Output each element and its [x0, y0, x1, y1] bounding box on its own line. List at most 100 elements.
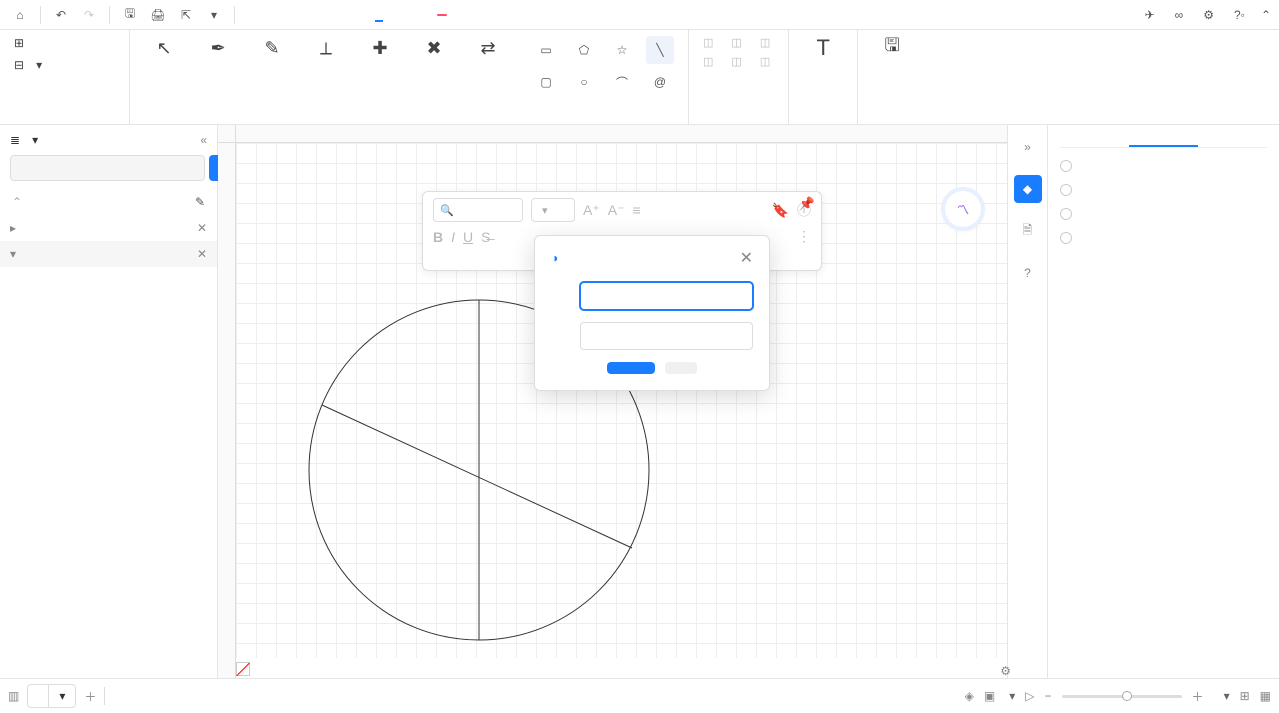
tab-view[interactable] [347, 8, 355, 22]
tab-insert[interactable] [291, 8, 299, 22]
options-button[interactable]: ⚙ [1203, 8, 1218, 22]
roundrect-shape-icon[interactable]: ▢ [532, 68, 560, 96]
grid-icon[interactable]: ▦ [1260, 689, 1271, 703]
help-icon[interactable]: ?◦ [1234, 8, 1245, 22]
edit-shape-button[interactable]: T [803, 36, 843, 64]
expand-right-icon[interactable]: » [1014, 133, 1042, 161]
more-vert-icon[interactable]: ⋮ [797, 228, 811, 245]
strike-icon[interactable]: S̶ [481, 229, 490, 245]
font-size-select[interactable]: ▾ [531, 198, 575, 222]
shadow-tab[interactable] [1198, 133, 1267, 147]
fill-tab[interactable] [1060, 133, 1129, 147]
cancel-button[interactable] [665, 362, 697, 374]
ai-assistant-icon[interactable]: 〽 [945, 191, 981, 227]
play-icon[interactable]: ▷ [1025, 689, 1034, 703]
tag-icon[interactable]: 🔖 [772, 202, 789, 219]
line-shape-icon[interactable]: ╲ [646, 36, 674, 64]
anchor-delete-tool[interactable]: ✖ [414, 36, 454, 64]
bool-union[interactable]: ◫ [703, 36, 717, 49]
color-palette[interactable] [236, 660, 995, 678]
layers-sb-icon[interactable]: ◈ [965, 689, 974, 703]
tab-home[interactable] [263, 8, 271, 22]
redo-icon[interactable]: ↷ [77, 3, 101, 27]
save-shape-button[interactable]: 🖫 [872, 36, 912, 64]
collapse-left-icon[interactable]: « [200, 133, 207, 147]
bool-split[interactable]: ◫ [703, 55, 717, 68]
print-icon[interactable]: 🖨 [146, 3, 170, 27]
export-icon[interactable]: ⇱ [174, 3, 198, 27]
ok-button[interactable] [607, 362, 655, 374]
star-shape-icon[interactable]: ☆ [608, 36, 636, 64]
zoom-out-icon[interactable]: − [1045, 689, 1052, 703]
add-page-icon[interactable]: ＋ [84, 688, 96, 705]
font-family-select[interactable]: 🔍 [433, 198, 523, 222]
palette-settings-icon[interactable]: ⚙ [1000, 664, 1011, 678]
publish-button[interactable]: ✈ [1145, 8, 1159, 22]
flowchart-accordion[interactable]: ▾ ✕ [0, 241, 217, 267]
tab-shape[interactable] [375, 8, 383, 22]
underline-icon[interactable]: U [463, 229, 473, 245]
share-button[interactable]: ∞ [1175, 8, 1188, 22]
right-rail: » ◆ 🗎 ? [1007, 125, 1047, 678]
undo-icon[interactable]: ↶ [49, 3, 73, 27]
collapse-ribbon-icon[interactable]: ⌃ [1261, 8, 1271, 22]
tab-design[interactable] [319, 8, 327, 22]
length-input[interactable] [580, 282, 753, 310]
line-none-option[interactable] [1060, 160, 1267, 172]
zoom-slider[interactable] [1062, 695, 1182, 698]
rect-shape-icon[interactable]: ▭ [532, 36, 560, 64]
angle-input[interactable] [580, 322, 753, 350]
line-solid-option[interactable] [1060, 184, 1267, 196]
canvas-area: 🔍 ▾ A⁺ A⁻ ≡ 🔖 ⓘ B I U S̶ ⋮ [218, 125, 1007, 678]
font-grow-icon[interactable]: A⁺ [583, 202, 600, 219]
circle-shape-icon[interactable]: ○ [570, 68, 598, 96]
dialog-close-icon[interactable]: ✕ [740, 248, 753, 268]
font-shrink-icon[interactable]: A⁻ [608, 202, 625, 219]
pencil-tool[interactable]: ✎ [252, 36, 292, 64]
unit-icon[interactable]: ⊞ [1240, 689, 1250, 703]
align-icon[interactable]: ≡ [632, 202, 640, 218]
line-mono-gradient-option[interactable] [1060, 232, 1267, 244]
style-tab-icon[interactable]: ◆ [1014, 175, 1042, 203]
spiral-shape-icon[interactable]: @ [646, 68, 674, 96]
save-icon[interactable]: 🖫 [118, 3, 142, 27]
bool-back-cut[interactable]: ◫ [760, 55, 774, 68]
page-selector[interactable]: ▾ [27, 684, 76, 708]
fountain-pen-tool[interactable]: ✒ [198, 36, 238, 64]
anchor-toggle-tool[interactable]: ⇄ [468, 36, 508, 64]
no-color-swatch[interactable] [236, 662, 250, 676]
arc-shape-icon[interactable]: ⌒ [608, 68, 636, 96]
new-library-button[interactable]: ⊞ [14, 36, 30, 50]
select-tool[interactable]: ↖ [144, 36, 184, 64]
shape-picker[interactable]: ▭ ⬠ ☆ ╲ ▢ ○ ⌒ @ [532, 36, 674, 96]
line-tab[interactable] [1129, 133, 1198, 147]
zoom-in-icon[interactable]: ＋ [1192, 688, 1204, 705]
ribbon: ⊞ ⊟ ▾ ↖ ✒ ✎ ⟂ ✚ ✖ ⇄ ▭ ⬠ ☆ ╲ ▢ ○ ⌒ @ [0, 30, 1279, 125]
close-basic-icon[interactable]: ✕ [197, 221, 207, 235]
page-tab-icon[interactable]: 🗎 [1014, 217, 1042, 245]
bool-overlap[interactable]: ◫ [731, 55, 745, 68]
anchor-add-tool[interactable]: ✚ [360, 36, 400, 64]
shape-library [0, 267, 217, 678]
help-tab-icon[interactable]: ? [1014, 259, 1042, 287]
bool-combine[interactable]: ◫ [731, 36, 745, 49]
fullscreen-button[interactable]: ▾ [1005, 689, 1015, 703]
home-icon[interactable]: ⌂ [8, 3, 32, 27]
search-input[interactable] [10, 155, 205, 181]
pages-icon[interactable]: ▥ [8, 689, 19, 703]
fit-icon[interactable]: ▣ [984, 689, 995, 703]
line-gradient-option[interactable] [1060, 208, 1267, 220]
pentagon-shape-icon[interactable]: ⬠ [570, 36, 598, 64]
italic-icon[interactable]: I [451, 229, 455, 245]
pin-icon[interactable]: 📌 [799, 196, 815, 212]
tab-tool[interactable] [403, 8, 411, 22]
manage-library-button[interactable]: ✎ [195, 195, 207, 209]
builtin-library-button[interactable]: ⊟ ▾ [14, 58, 42, 72]
bool-front-cut[interactable]: ◫ [760, 36, 774, 49]
canvas[interactable]: 🔍 ▾ A⁺ A⁻ ≡ 🔖 ⓘ B I U S̶ ⋮ [236, 143, 1007, 658]
close-flowchart-icon[interactable]: ✕ [197, 247, 207, 261]
tab-ai[interactable] [431, 8, 451, 22]
anchor-move-tool[interactable]: ⟂ [306, 36, 346, 64]
bold-icon[interactable]: B [433, 229, 443, 245]
more-icon[interactable]: ▾ [202, 3, 226, 27]
